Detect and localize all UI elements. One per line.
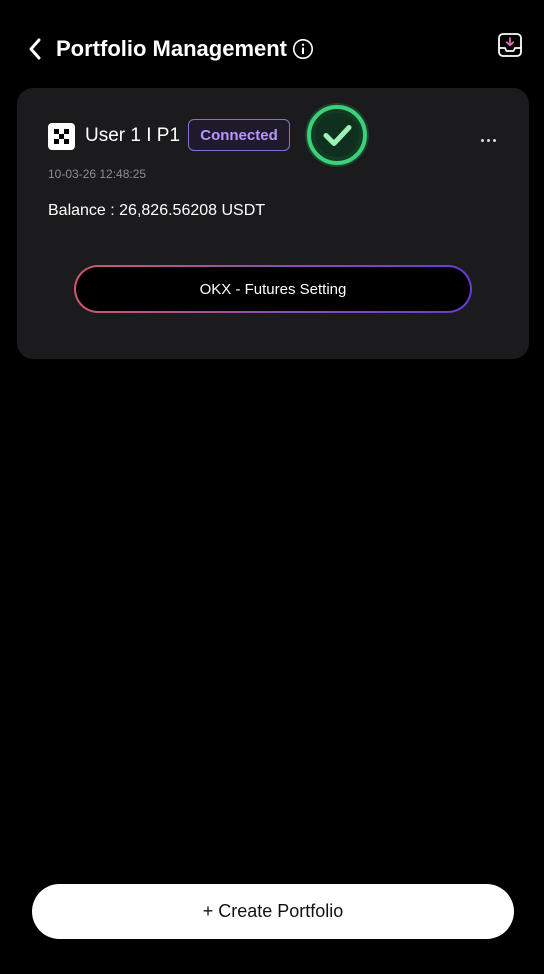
page-title: Portfolio Management: [56, 36, 288, 61]
download-tray-icon: [498, 33, 522, 57]
info-button[interactable]: [292, 38, 314, 60]
info-circle-icon: [293, 39, 313, 59]
okx-logo-icon: [48, 123, 75, 150]
portfolio-user-name: User 1 I P1: [85, 125, 181, 146]
download-button[interactable]: [496, 31, 524, 59]
status-badge: Connected: [188, 119, 290, 151]
chevron-left-icon: [29, 38, 41, 60]
back-button[interactable]: [22, 34, 48, 64]
more-options-button[interactable]: [473, 128, 503, 152]
futures-setting-button[interactable]: OKX - Futures Setting: [74, 265, 472, 313]
futures-setting-label: OKX - Futures Setting: [76, 267, 470, 311]
portfolio-balance: Balance : 26,826.56208 USDT: [48, 202, 266, 219]
create-portfolio-button[interactable]: + Create Portfolio: [32, 884, 514, 939]
portfolio-card: User 1 I P1 Connected 10-03-26 12:48:25 …: [17, 88, 529, 359]
portfolio-timestamp: 10-03-26 12:48:25: [48, 167, 147, 181]
check-circle-icon: [302, 100, 372, 170]
app-header: Portfolio Management: [0, 0, 544, 96]
more-horizontal-icon: [480, 138, 484, 142]
